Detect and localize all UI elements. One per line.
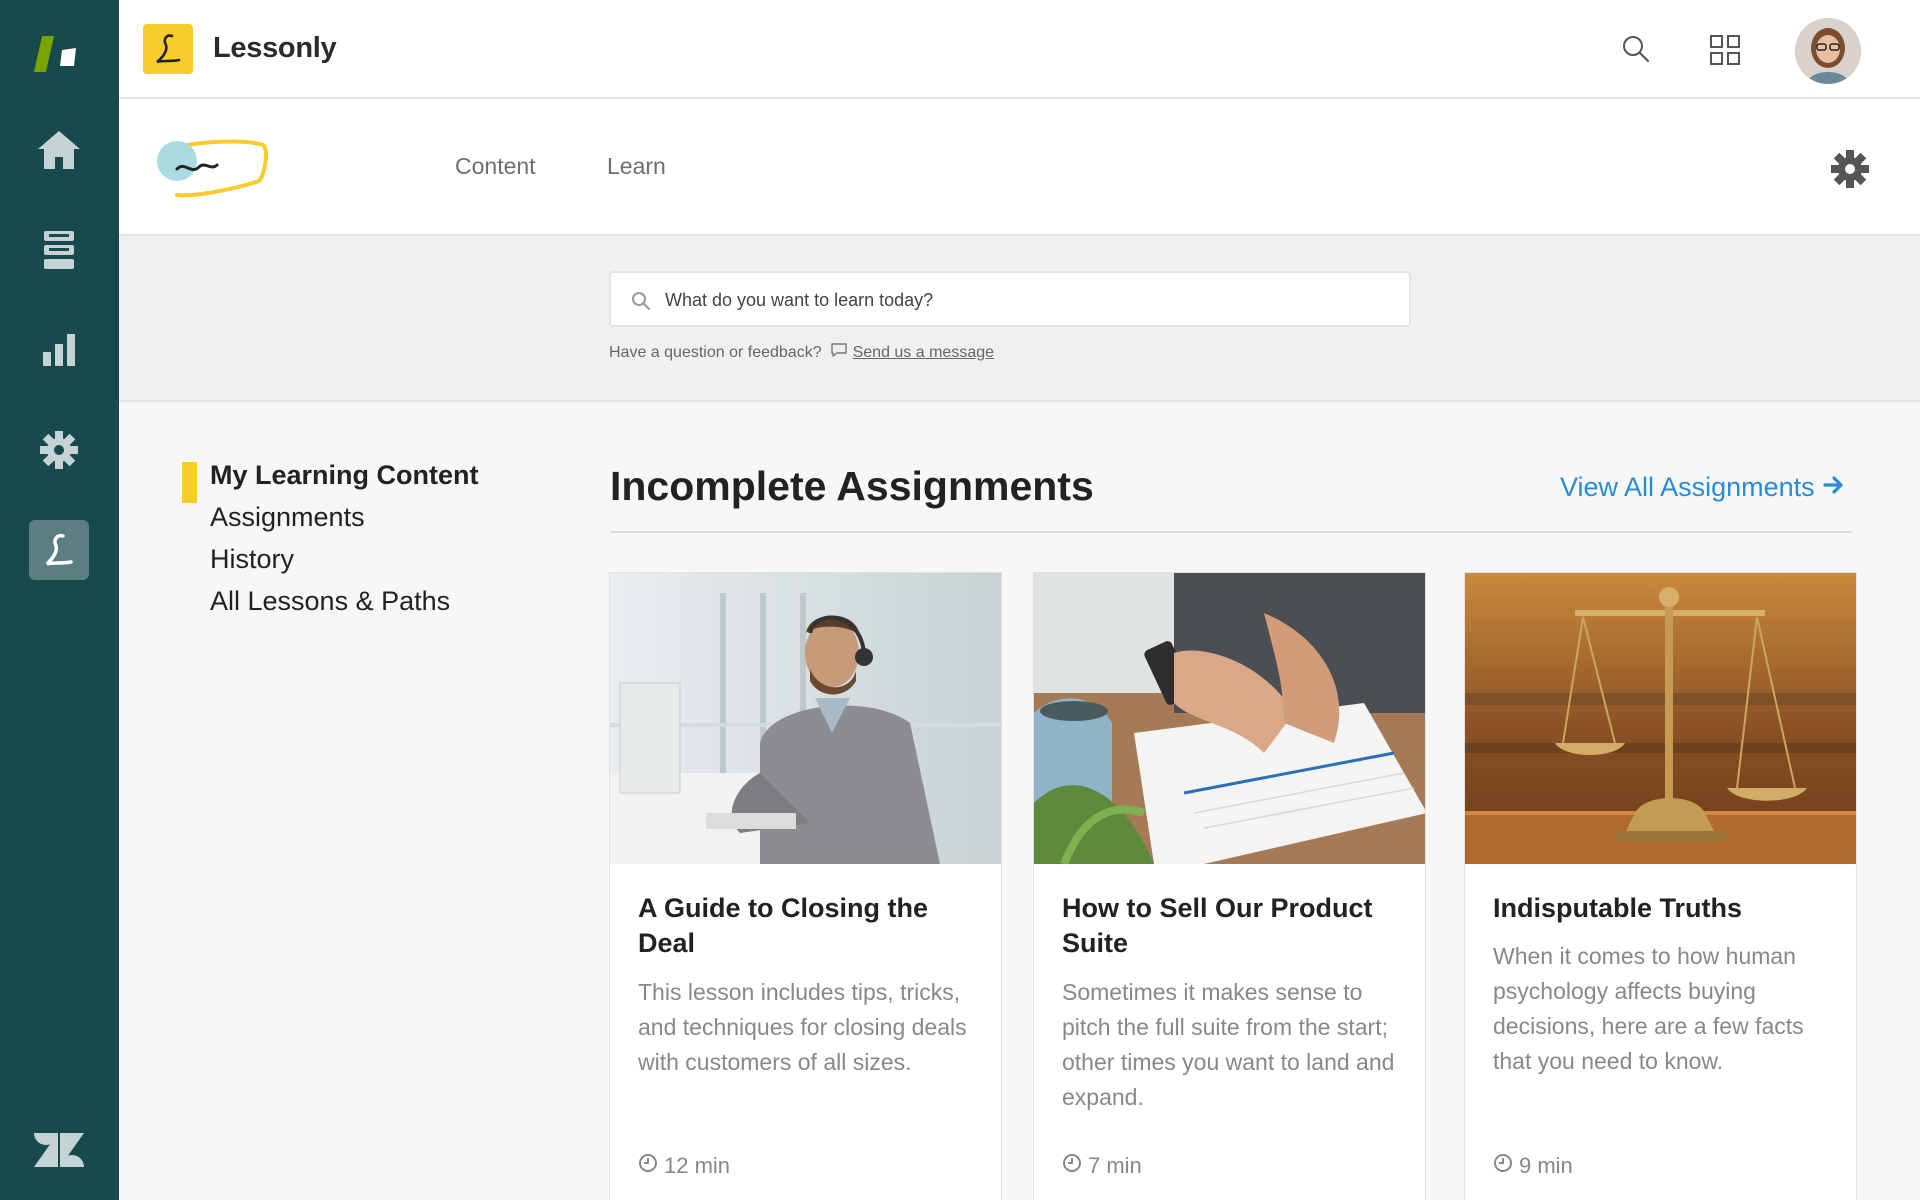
- clock-icon: [638, 1153, 658, 1179]
- product-rail: [0, 0, 119, 1200]
- duration-label: 7 min: [1088, 1153, 1142, 1178]
- card-duration: 7 min: [1062, 1153, 1142, 1179]
- menu-item-my-learning-content[interactable]: My Learning Content: [210, 460, 479, 491]
- feedback-text: Have a question or feedback?: [609, 343, 822, 361]
- section-divider: [610, 531, 1852, 533]
- menu-item-all-lessons-paths[interactable]: All Lessons & Paths: [210, 586, 450, 617]
- card-image: [1465, 573, 1856, 864]
- card-image: [1034, 573, 1425, 864]
- brand-scribble-logo: [155, 135, 275, 210]
- section-nav: Content Learn: [119, 99, 1920, 236]
- tab-content[interactable]: Content: [455, 153, 536, 180]
- clock-icon: [1493, 1153, 1513, 1179]
- lessonly-logo-icon: [143, 24, 193, 74]
- search-icon[interactable]: [1621, 34, 1651, 69]
- view-all-assignments-link[interactable]: View All Assignments: [1560, 472, 1845, 503]
- card-description: This lesson includes tips, tricks, and t…: [638, 979, 967, 1075]
- views-icon[interactable]: [29, 220, 89, 280]
- active-indicator: [182, 462, 197, 503]
- menu-item-history[interactable]: History: [210, 544, 294, 575]
- top-header: Lessonly: [119, 0, 1920, 99]
- send-message-link[interactable]: Send us a message: [853, 344, 994, 362]
- card-image: [610, 573, 1001, 864]
- app-title: Lessonly: [213, 32, 337, 64]
- assignment-card[interactable]: Indisputable Truths When it comes to how…: [1464, 572, 1857, 1200]
- menu-item-assignments[interactable]: Assignments: [210, 502, 365, 533]
- reporting-icon[interactable]: [29, 320, 89, 380]
- search-box[interactable]: [609, 271, 1411, 327]
- view-all-label: View All Assignments: [1560, 472, 1815, 502]
- admin-gear-icon[interactable]: [29, 420, 89, 480]
- card-duration: 12 min: [638, 1153, 730, 1179]
- apps-grid-icon[interactable]: [1709, 34, 1741, 71]
- chat-bubble-icon: [830, 342, 848, 363]
- card-title[interactable]: A Guide to Closing the Deal: [638, 891, 978, 961]
- home-icon[interactable]: [29, 120, 89, 180]
- card-description: When it comes to how human psychology af…: [1493, 943, 1804, 1074]
- lessonly-app-icon[interactable]: [29, 520, 89, 580]
- assignment-card[interactable]: A Guide to Closing the Deal This lesson …: [609, 572, 1002, 1200]
- search-band: Have a question or feedback? Send us a m…: [119, 236, 1920, 402]
- card-description: Sometimes it makes sense to pitch the fu…: [1062, 979, 1395, 1110]
- clock-icon: [1062, 1153, 1082, 1179]
- section-title: Incomplete Assignments: [610, 463, 1094, 509]
- card-title[interactable]: Indisputable Truths: [1493, 891, 1833, 926]
- tab-learn[interactable]: Learn: [607, 153, 666, 180]
- duration-label: 9 min: [1519, 1153, 1573, 1178]
- arrow-right-icon: [1823, 472, 1845, 503]
- card-title[interactable]: How to Sell Our Product Suite: [1062, 891, 1402, 961]
- search-input[interactable]: [665, 285, 1385, 315]
- zendesk-logo-icon[interactable]: [29, 24, 89, 84]
- feedback-line: Have a question or feedback? Send us a m…: [609, 342, 994, 363]
- user-avatar[interactable]: [1795, 18, 1861, 84]
- search-icon: [631, 291, 651, 316]
- card-duration: 9 min: [1493, 1153, 1573, 1179]
- settings-gear-icon[interactable]: [1830, 149, 1870, 194]
- zendesk-z-icon[interactable]: [29, 1120, 89, 1180]
- duration-label: 12 min: [664, 1153, 731, 1178]
- assignment-card[interactable]: How to Sell Our Product Suite Sometimes …: [1033, 572, 1426, 1200]
